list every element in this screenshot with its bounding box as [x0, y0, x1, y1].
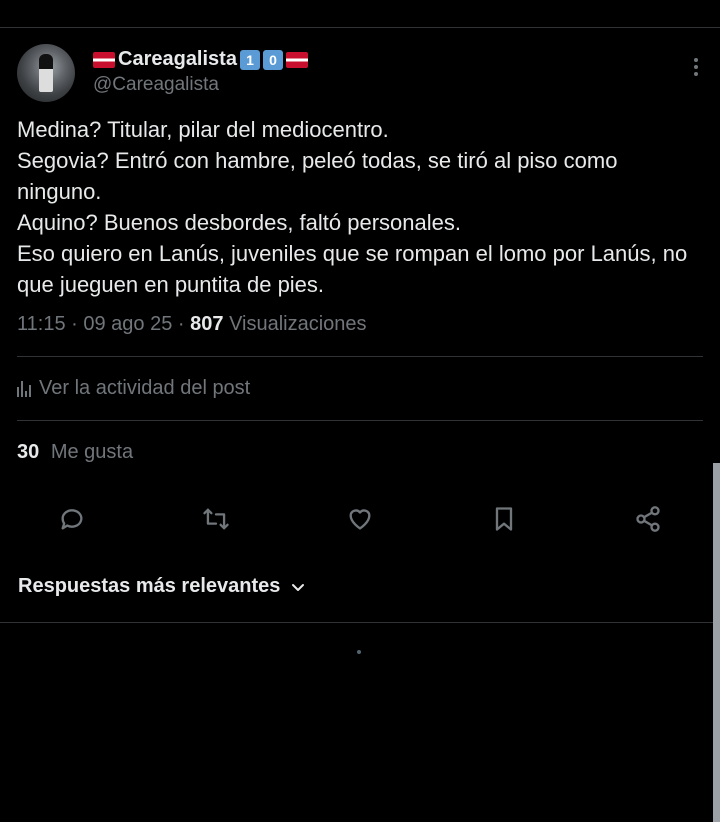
tweet-text: Medina? Titular, pilar del mediocentro. …	[17, 114, 697, 300]
tweet-line: Eso quiero en Lanús, juveniles que se ro…	[17, 241, 688, 297]
post-activity-link[interactable]: Ver la actividad del post	[17, 377, 250, 400]
like-icon[interactable]	[341, 500, 379, 538]
reply-icon[interactable]	[53, 500, 91, 538]
divider	[0, 622, 720, 623]
post-activity-label: Ver la actividad del post	[39, 377, 251, 399]
likes-summary[interactable]: 30 Me gusta	[17, 441, 133, 464]
divider	[17, 356, 703, 357]
tweet-header: Careagalista 1 0 @Careagalista	[17, 44, 703, 104]
tweet-line: Segovia? Entró con hambre, peleó todas, …	[17, 148, 618, 204]
analytics-icon	[17, 380, 31, 397]
replies-sort-label: Respuestas más relevantes	[18, 575, 281, 597]
tweet-date[interactable]: 09 ago 25	[83, 313, 172, 335]
tweet-line: Medina? Titular, pilar del mediocentro.	[17, 117, 389, 142]
avatar[interactable]	[17, 44, 75, 102]
keycap-one-icon: 1	[239, 49, 260, 70]
keycap-zero-icon: 0	[262, 49, 283, 70]
display-name[interactable]: Careagalista 1 0	[93, 48, 308, 71]
top-divider	[0, 27, 720, 28]
latvia-flag-icon	[93, 51, 115, 68]
latvia-flag-icon	[285, 51, 308, 68]
views-label: Visualizaciones	[229, 313, 367, 335]
chevron-down-icon	[292, 583, 305, 591]
bookmark-icon[interactable]	[485, 500, 523, 538]
more-options-icon[interactable]	[693, 58, 699, 80]
share-icon[interactable]	[629, 500, 667, 538]
views-count: 807	[190, 313, 224, 335]
tweet-time[interactable]: 11:15	[17, 313, 66, 335]
display-name-text: Careagalista	[118, 48, 237, 70]
tweet-meta: 11:15 · 09 ago 25 · 807 Visualizaciones	[17, 313, 367, 336]
loading-indicator	[357, 650, 361, 654]
action-bar	[0, 500, 720, 538]
likes-label: Me gusta	[50, 441, 134, 463]
scrollbar[interactable]	[713, 463, 720, 822]
likes-count: 30	[17, 441, 40, 463]
retweet-icon[interactable]	[197, 500, 235, 538]
divider	[17, 420, 703, 421]
tweet-line: Aquino? Buenos desbordes, faltó personal…	[17, 210, 461, 235]
separator: ·	[71, 313, 84, 335]
user-handle[interactable]: @Careagalista	[93, 74, 308, 96]
author-names: Careagalista 1 0 @Careagalista	[93, 48, 308, 96]
replies-sort-dropdown[interactable]: Respuestas más relevantes	[18, 575, 306, 598]
separator: ·	[177, 313, 191, 335]
